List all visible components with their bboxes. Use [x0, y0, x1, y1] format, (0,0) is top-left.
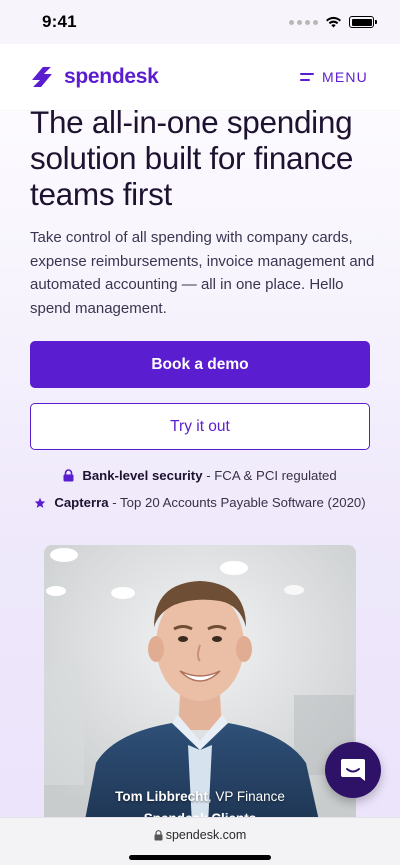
- chat-launcher-button[interactable]: [325, 742, 381, 798]
- wifi-icon: [326, 16, 341, 28]
- spendesk-logo[interactable]: spendesk: [30, 65, 159, 89]
- home-indicator[interactable]: [129, 855, 271, 860]
- status-icons: [289, 16, 377, 28]
- star-icon: [35, 497, 46, 508]
- security-detail: - FCA & PCI regulated: [202, 468, 337, 483]
- spendesk-logo-icon: [32, 67, 52, 87]
- menu-label: MENU: [321, 69, 368, 85]
- brand-name: spendesk: [64, 65, 159, 88]
- lock-small-icon: [154, 829, 163, 840]
- signal-dots-icon: [289, 19, 318, 25]
- capterra-badge: Capterra - Top 20 Accounts Payable Softw…: [0, 495, 400, 510]
- try-it-out-button[interactable]: Try it out: [30, 403, 370, 450]
- security-badge: Bank-level security - FCA & PCI regulate…: [0, 468, 400, 483]
- hero-description: Take control of all spending with compan…: [30, 229, 375, 317]
- menu-button[interactable]: MENU: [299, 69, 368, 85]
- url-display[interactable]: spendesk.com: [0, 828, 400, 842]
- capterra-text: Capterra - Top 20 Accounts Payable Softw…: [54, 495, 365, 510]
- chat-icon: [341, 759, 365, 781]
- person-photo-illustration: [44, 545, 356, 825]
- url-text: spendesk.com: [165, 828, 247, 842]
- testimonial-role: , VP Finance: [207, 789, 285, 804]
- hero-title: The all-in-one spending solution built f…: [30, 104, 354, 212]
- book-demo-button[interactable]: Book a demo: [30, 341, 370, 388]
- lock-icon: [63, 469, 74, 482]
- capterra-label: Capterra: [54, 495, 109, 510]
- security-label: Bank-level security: [82, 468, 203, 483]
- testimonial-name: Tom Libbrecht: [115, 789, 208, 804]
- hamburger-icon: [299, 73, 314, 81]
- top-navbar: spendesk MENU: [0, 44, 400, 110]
- testimonial-photo: [44, 545, 356, 825]
- battery-icon: [349, 16, 377, 28]
- status-time: 9:41: [42, 12, 77, 31]
- security-text: Bank-level security - FCA & PCI regulate…: [82, 468, 336, 483]
- capterra-detail: - Top 20 Accounts Payable Software (2020…: [108, 495, 366, 510]
- browser-url-bar[interactable]: spendesk.com: [0, 817, 400, 865]
- status-bar: 9:41: [0, 0, 400, 44]
